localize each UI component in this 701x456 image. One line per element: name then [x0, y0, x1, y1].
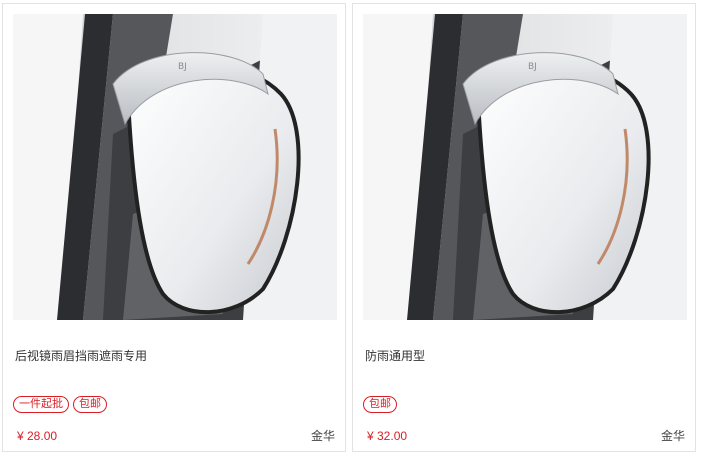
- tag-free-shipping: 包邮: [363, 396, 397, 413]
- svg-text:BJ: BJ: [528, 62, 537, 72]
- product-image[interactable]: BJ: [363, 14, 687, 320]
- tag-list: 包邮: [363, 396, 397, 413]
- mirror-photo-graphic: BJ: [13, 14, 337, 320]
- product-title[interactable]: 后视镜雨眉挡雨遮雨专用: [15, 348, 335, 364]
- mirror-photo-graphic: BJ: [363, 14, 687, 320]
- seller-location: 金华: [660, 429, 685, 443]
- tag-free-shipping: 包邮: [73, 396, 107, 413]
- product-card[interactable]: BJ 防雨通用型 包邮 ¥ 32.00 金华: [352, 3, 696, 452]
- product-price: ¥ 32.00: [367, 429, 408, 443]
- product-title[interactable]: 防雨通用型: [365, 348, 685, 364]
- tag-list: 一件起批 包邮: [13, 396, 107, 413]
- product-price: ¥ 28.00: [17, 429, 58, 443]
- svg-text:BJ: BJ: [178, 62, 187, 72]
- product-image[interactable]: BJ: [13, 14, 337, 320]
- tag-min-order: 一件起批: [13, 396, 69, 413]
- product-card[interactable]: BJ 后视镜雨眉挡雨遮雨专用 一件起批 包邮 ¥ 28.00 金华: [2, 3, 346, 452]
- seller-location: 金华: [310, 429, 335, 443]
